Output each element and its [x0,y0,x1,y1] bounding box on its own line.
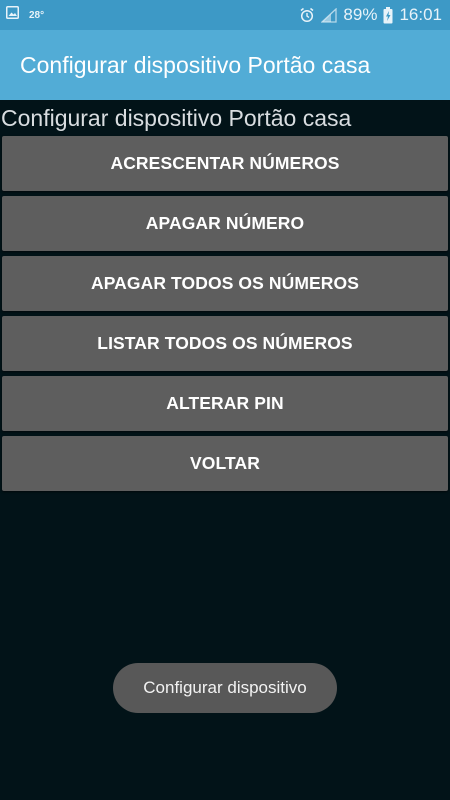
status-bar: 28° 89% 16:01 [0,0,450,30]
battery-percent: 89% [343,5,378,24]
temperature-text: 28° [29,9,45,21]
action-bar: Configurar dispositivo Portão casa [0,30,450,100]
toast-message: Configurar dispositivo [113,663,337,713]
gallery-icon [6,6,19,24]
clock-time: 16:01 [399,5,442,24]
action-bar-title: Configurar dispositivo Portão casa [20,51,371,78]
add-numbers-button[interactable]: ACRESCENTAR NÚMEROS [2,136,448,191]
list-all-numbers-button[interactable]: LISTAR TODOS OS NÚMEROS [2,316,448,371]
signal-icon [321,7,338,23]
delete-all-numbers-button[interactable]: APAGAR TODOS OS NÚMEROS [2,256,448,311]
back-button[interactable]: VOLTAR [2,436,448,491]
button-list: ACRESCENTAR NÚMEROS APAGAR NÚMERO APAGAR… [2,136,448,496]
delete-number-button[interactable]: APAGAR NÚMERO [2,196,448,251]
change-pin-button[interactable]: ALTERAR PIN [2,376,448,431]
alarm-icon [299,7,315,23]
app-screen: 28° 89% 16:01 Configurar dispositivo Por… [0,0,450,800]
page-title: Configurar dispositivo Portão casa [1,105,352,131]
battery-charging-icon [383,6,393,24]
